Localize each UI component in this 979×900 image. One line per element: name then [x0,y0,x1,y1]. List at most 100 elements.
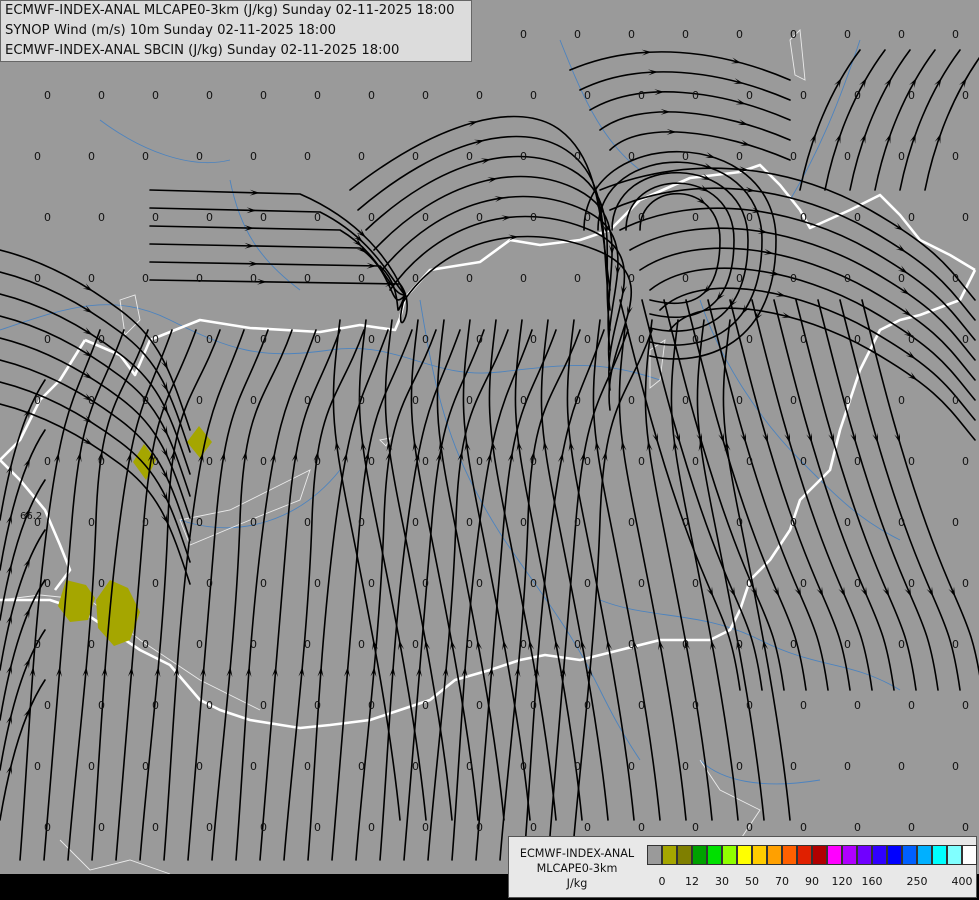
sbcin-value: 0 [196,760,203,773]
sbcin-value: 0 [898,638,905,651]
sbcin-value: 0 [520,394,527,407]
sbcin-value: 0 [746,333,753,346]
sbcin-value: 0 [314,333,321,346]
sbcin-value: 0 [368,211,375,224]
sbcin-value: 0 [98,89,105,102]
legend-swatch [677,845,692,865]
sbcin-value: 0 [584,89,591,102]
sbcin-value: 0 [854,211,861,224]
sbcin-value: 0 [844,28,851,41]
legend-swatch [887,845,902,865]
sbcin-value: 0 [44,211,51,224]
sbcin-value: 0 [746,89,753,102]
sbcin-value: 0 [908,821,915,834]
sbcin-value: 0 [800,333,807,346]
legend-tick-label: 120 [831,875,853,888]
sbcin-value: 0 [854,577,861,590]
sbcin-value: 0 [692,699,699,712]
sbcin-value: 0 [800,699,807,712]
sbcin-value: 0 [736,28,743,41]
sbcin-value: 0 [962,333,969,346]
sbcin-value: 0 [358,272,365,285]
sbcin-value: 0 [952,394,959,407]
sbcin-value: 0 [692,821,699,834]
sbcin-value: 0 [800,455,807,468]
sbcin-value: 0 [152,333,159,346]
sbcin-value: 0 [962,211,969,224]
sbcin-value: 0 [520,516,527,529]
sbcin-value: 0 [520,272,527,285]
sbcin-value: 0 [844,272,851,285]
sbcin-value: 0 [358,150,365,163]
sbcin-value: 0 [358,638,365,651]
sbcin-value: 0 [358,516,365,529]
sbcin-value: 0 [844,638,851,651]
legend-swatch [692,845,707,865]
sbcin-value: 0 [260,699,267,712]
sbcin-value: 0 [314,821,321,834]
sbcin-value: 0 [844,516,851,529]
sbcin-value: 0 [628,150,635,163]
legend-swatch [902,845,917,865]
sbcin-value: 0 [98,699,105,712]
legend-swatch [707,845,722,865]
sbcin-value: 0 [530,455,537,468]
sbcin-value: 0 [98,577,105,590]
sbcin-value: 0 [314,455,321,468]
sbcin-value: 0 [574,638,581,651]
sbcin-value: 0 [530,577,537,590]
sbcin-value: 0 [206,211,213,224]
map-header: ECMWF-INDEX-ANAL MLCAPE0-3km (J/kg) Sund… [0,0,472,62]
sbcin-value: 0 [682,394,689,407]
sbcin-value: 0 [44,821,51,834]
sbcin-value: 0 [206,455,213,468]
sbcin-value: 0 [692,577,699,590]
sbcin-value: 0 [574,150,581,163]
sbcin-value: 0 [898,760,905,773]
sbcin-value: 0 [628,638,635,651]
legend-tick-label: 70 [775,875,789,888]
sbcin-value: 0 [422,89,429,102]
sbcin-value: 0 [466,150,473,163]
sbcin-value: 0 [682,28,689,41]
sbcin-value: 0 [530,89,537,102]
sbcin-value: 0 [412,394,419,407]
sbcin-value: 0 [250,150,257,163]
sbcin-value: 0 [206,89,213,102]
sbcin-value: 0 [476,89,483,102]
sbcin-value: 0 [314,577,321,590]
sbcin-value: 0 [628,28,635,41]
sbcin-value: 0 [962,821,969,834]
sbcin-value: 0 [574,28,581,41]
sbcin-value: 0 [736,272,743,285]
legend-tick-label: 50 [745,875,759,888]
sbcin-value: 0 [368,699,375,712]
sbcin-value: 0 [412,760,419,773]
sbcin-value: 0 [746,821,753,834]
sbcin-value: 0 [196,272,203,285]
sbcin-value: 0 [682,638,689,651]
sbcin-value: 0 [476,211,483,224]
sbcin-value: 0 [962,455,969,468]
sbcin-value: 0 [412,150,419,163]
sbcin-value: 0 [422,333,429,346]
sbcin-value: 0 [206,821,213,834]
sbcin-value: 0 [368,455,375,468]
sbcin-value: 0 [358,394,365,407]
sbcin-value: 0 [574,394,581,407]
sbcin-value: 0 [412,272,419,285]
sbcin-value: 0 [34,150,41,163]
sbcin-value: 0 [314,699,321,712]
sbcin-value: 0 [88,516,95,529]
sbcin-value: 0 [34,760,41,773]
sbcin-value: 0 [746,455,753,468]
sbcin-value: 0 [304,272,311,285]
header-line-cape: ECMWF-INDEX-ANAL MLCAPE0-3km (J/kg) Sund… [5,3,455,18]
sbcin-value: 0 [88,638,95,651]
sbcin-value: 0 [476,699,483,712]
weather-map[interactable]: 0 0 0 0 0 0 0 0 0 0 0 0 0 0 0 0 0 0 0 0 0 0 0 0 0 0 0 0 0 0 0 0 0 0 0 0 0 0 0 0… [0,0,979,900]
sbcin-value: 0 [746,577,753,590]
legend-source: ECMWF-INDEX-ANAL [519,847,635,860]
sbcin-value: 0 [790,394,797,407]
sbcin-value: 0 [196,516,203,529]
